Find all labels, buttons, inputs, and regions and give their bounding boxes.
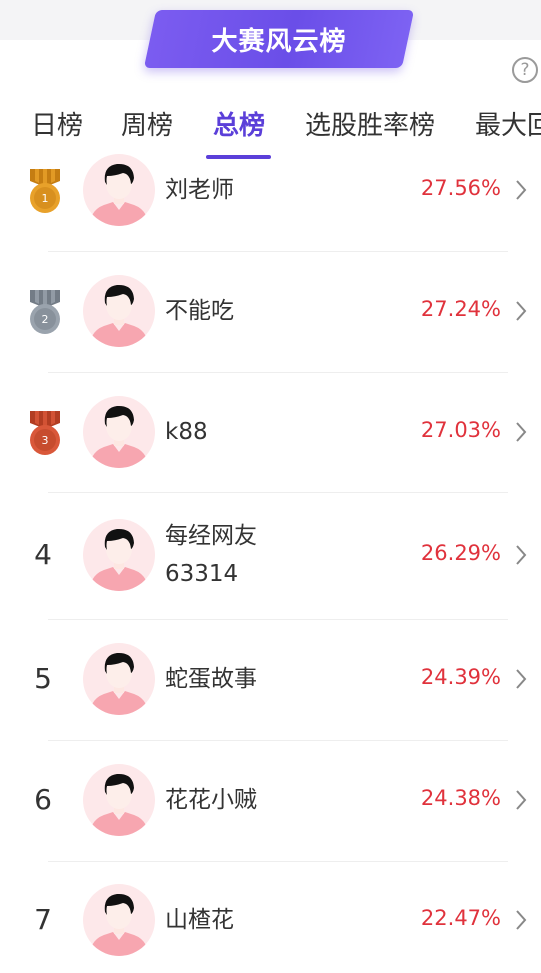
return-rate: 27.24% (420, 297, 501, 321)
rank-number: 5 (34, 662, 52, 695)
row-divider (48, 251, 508, 252)
row-divider (48, 619, 508, 620)
user-name[interactable]: 山楂花 (165, 901, 234, 939)
return-rate: 27.56% (420, 176, 501, 200)
return-rate: 24.39% (420, 665, 501, 689)
return-rate: 22.47% (420, 906, 501, 930)
svg-text:1: 1 (42, 192, 49, 205)
user-name[interactable]: 不能吃 (165, 292, 234, 330)
return-rate: 24.38% (420, 786, 501, 810)
tab-overall[interactable]: 总榜 (213, 106, 265, 146)
user-name[interactable]: k88 (165, 413, 208, 451)
avatar[interactable] (83, 396, 155, 468)
tab-max-drawdown[interactable]: 最大回 (475, 106, 541, 146)
help-icon[interactable]: ? (512, 57, 538, 83)
rank-number: 6 (34, 783, 52, 816)
chevron-right-icon[interactable] (513, 179, 529, 201)
chevron-right-icon[interactable] (513, 300, 529, 322)
row-divider (48, 740, 508, 741)
ranking-tabs: 日榜 周榜 总榜 选股胜率榜 最大回 (0, 100, 541, 160)
avatar[interactable] (83, 154, 155, 226)
row-divider (48, 372, 508, 373)
row-divider (48, 492, 508, 493)
avatar[interactable] (83, 643, 155, 715)
svg-text:2: 2 (42, 313, 49, 326)
user-name[interactable]: 每经网友 (165, 517, 257, 555)
silver-medal-icon: 2 (27, 290, 63, 336)
tab-stock-win-rate[interactable]: 选股胜率榜 (305, 106, 435, 146)
avatar[interactable] (83, 519, 155, 591)
avatar[interactable] (83, 764, 155, 836)
chevron-right-icon[interactable] (513, 668, 529, 690)
chevron-right-icon[interactable] (513, 421, 529, 443)
leaderboard-title: 大赛风云榜 (211, 26, 347, 57)
rank-number: 4 (34, 538, 52, 571)
user-name[interactable]: 63314 (165, 555, 238, 593)
svg-text:3: 3 (42, 434, 49, 447)
avatar[interactable] (83, 275, 155, 347)
user-name[interactable]: 花花小贼 (165, 781, 257, 819)
tab-weekly[interactable]: 周榜 (121, 106, 173, 146)
chevron-right-icon[interactable] (513, 789, 529, 811)
chevron-right-icon[interactable] (513, 544, 529, 566)
chevron-right-icon[interactable] (513, 909, 529, 931)
avatar[interactable] (83, 884, 155, 956)
row-divider (48, 861, 508, 862)
user-name[interactable]: 蛇蛋故事 (165, 660, 257, 698)
return-rate: 27.03% (420, 418, 501, 442)
active-tab-indicator (206, 155, 271, 159)
rank-number: 7 (34, 903, 52, 936)
tab-daily[interactable]: 日榜 (31, 106, 83, 146)
user-name[interactable]: 刘老师 (165, 171, 234, 209)
gold-medal-icon: 1 (27, 169, 63, 215)
return-rate: 26.29% (420, 541, 501, 565)
bronze-medal-icon: 3 (27, 411, 63, 457)
